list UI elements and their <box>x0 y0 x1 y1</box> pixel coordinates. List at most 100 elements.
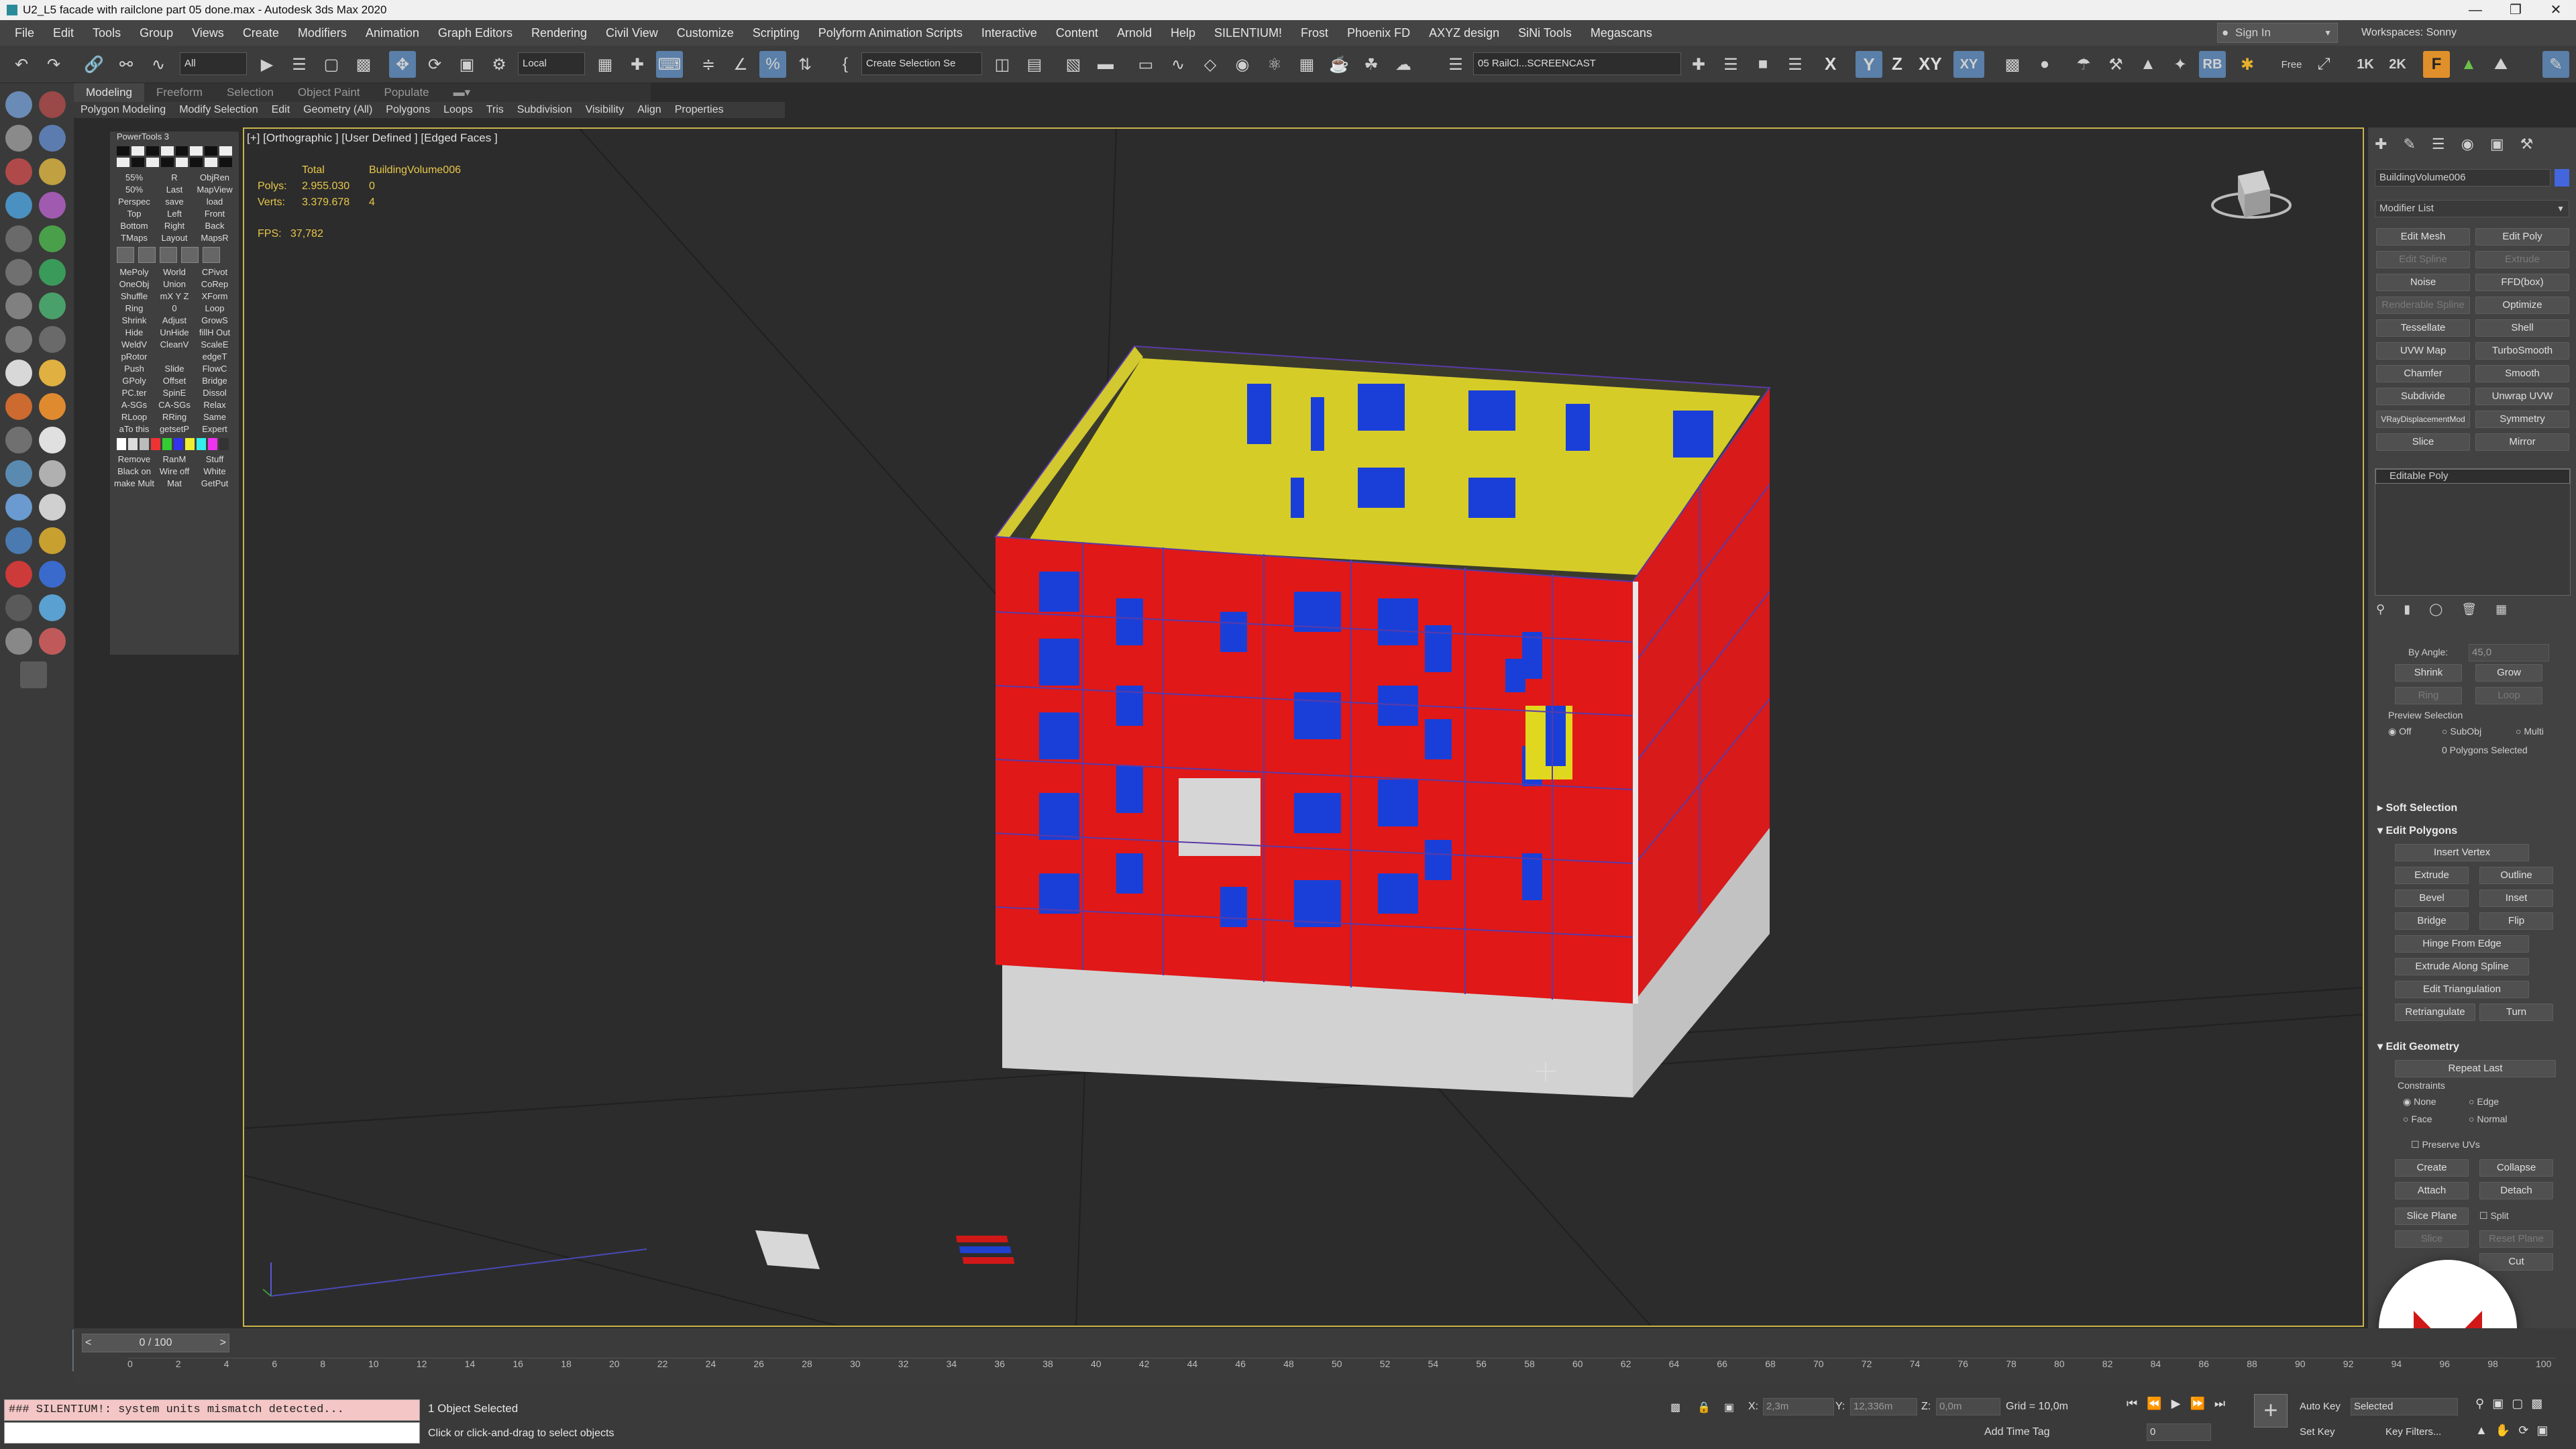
render-cloud-icon[interactable]: ☁ <box>1390 51 1417 78</box>
swatch[interactable] <box>205 158 218 167</box>
menu-graph-editors[interactable]: Graph Editors <box>429 26 522 40</box>
globe-icon[interactable] <box>5 494 32 521</box>
grow-button[interactable]: Grow <box>2475 664 2542 682</box>
modify-tab-icon[interactable]: ✎ <box>2403 136 2415 153</box>
snaps-toggle-icon[interactable]: ≑ <box>695 51 722 78</box>
selection-filter-dropdown[interactable]: All <box>180 52 247 75</box>
extrude-along-spline-button[interactable]: Extrude Along Spline <box>2395 958 2529 975</box>
select-rotate-icon[interactable]: ⟳ <box>421 51 448 78</box>
grass-icon[interactable] <box>39 259 66 286</box>
select-move-icon[interactable]: ✥ <box>389 51 416 78</box>
mod-noise[interactable]: Noise <box>2376 274 2470 291</box>
mod-ffd-box[interactable]: FFD(box) <box>2475 274 2569 291</box>
script-icon[interactable]: ✎ <box>2542 51 2569 78</box>
smoke-icon[interactable] <box>5 427 32 453</box>
x-coordinate-input[interactable]: 2,3m <box>1763 1398 1834 1415</box>
constraint-face-radio[interactable]: ○ Face <box>2403 1114 2432 1124</box>
shape-button[interactable] <box>160 247 177 263</box>
pt-push[interactable]: Push <box>114 364 154 374</box>
layer-dropdown[interactable]: 05 RailCl...SCREENCAST <box>1473 52 1681 75</box>
mod-smooth[interactable]: Smooth <box>2475 365 2569 382</box>
pt-weldv[interactable]: WeldV <box>114 339 154 350</box>
pt-ranm[interactable]: RanM <box>154 454 195 464</box>
zoom-all-icon[interactable]: ▣ <box>2492 1397 2504 1411</box>
ribbon-modify-selection[interactable]: Modify Selection <box>172 104 264 116</box>
maxscript-listener[interactable]: ### SILENTIUM!: system units mismatch de… <box>4 1399 420 1421</box>
small-object[interactable] <box>755 1230 1015 1269</box>
pt-scalee[interactable]: ScaleE <box>195 339 235 350</box>
question-mark-icon[interactable] <box>20 661 47 688</box>
layers-stack-icon[interactable]: ☰ <box>1717 51 1744 78</box>
mod-edit-poly[interactable]: Edit Poly <box>2475 228 2569 246</box>
swatch[interactable] <box>117 438 126 450</box>
tab-freeform[interactable]: Freeform <box>144 86 215 99</box>
pt-flowc[interactable]: FlowC <box>195 364 235 374</box>
pt-save[interactable]: save <box>154 197 195 207</box>
constraint-normal-radio[interactable]: ○ Normal <box>2469 1114 2507 1124</box>
pin-stack-icon[interactable]: ⚲ <box>2376 602 2385 616</box>
swatch[interactable] <box>146 146 159 156</box>
swatch[interactable] <box>175 146 189 156</box>
spacewarp-icon[interactable] <box>39 192 66 219</box>
tool-icon[interactable] <box>5 259 32 286</box>
pt-getput[interactable]: GetPut <box>195 478 235 488</box>
swatch[interactable] <box>131 146 144 156</box>
render-frame-icon[interactable]: ▦ <box>1293 51 1320 78</box>
retriangulate-button[interactable]: Retriangulate <box>2395 1004 2475 1021</box>
ribbon-loops[interactable]: Loops <box>437 104 480 116</box>
pt-mapview[interactable]: MapView <box>195 184 235 195</box>
free-button[interactable]: Free <box>2278 51 2305 78</box>
close-button[interactable]: ✕ <box>2536 0 2576 20</box>
keyboard-shortcut-icon[interactable]: ⌨ <box>656 51 683 78</box>
place-icon[interactable]: ⚙ <box>486 51 513 78</box>
key-selection-dropdown[interactable]: Selected <box>2351 1398 2458 1415</box>
pt-ring[interactable]: Ring <box>114 303 154 313</box>
named-selection-dropdown[interactable]: Create Selection Se <box>861 52 982 75</box>
mod-uvw-map[interactable]: UVW Map <box>2376 342 2470 360</box>
rect-selection-icon[interactable]: ▢ <box>318 51 345 78</box>
sphere-icon[interactable] <box>39 91 66 118</box>
swatch[interactable] <box>128 438 138 450</box>
loop-button[interactable]: Loop <box>2475 687 2542 704</box>
ribbon-edit[interactable]: Edit <box>265 104 297 116</box>
mod-mirror[interactable]: Mirror <box>2475 433 2569 451</box>
set-key-mode-icon[interactable]: + <box>2254 1394 2288 1428</box>
pt-wire-off[interactable]: Wire off <box>154 466 195 476</box>
link-icon[interactable]: 🔗 <box>80 51 107 78</box>
outline-button[interactable]: Outline <box>2479 867 2553 884</box>
object-name-field[interactable]: BuildingVolume006 <box>2375 169 2551 186</box>
show-end-result-icon[interactable]: ▮ <box>2404 602 2410 616</box>
pt-top[interactable]: Top <box>114 209 154 219</box>
modifier-list-dropdown[interactable]: Modifier List ▼ <box>2375 200 2569 217</box>
forest-pack-icon[interactable]: F <box>2423 51 2450 78</box>
remove-modifier-icon[interactable]: 🗑 <box>2461 602 2477 616</box>
preview-off-radio[interactable]: ◉ Off <box>2388 726 2412 737</box>
swatch[interactable] <box>197 438 206 450</box>
mod-symmetry[interactable]: Symmetry <box>2475 411 2569 428</box>
pt-mat[interactable]: Mat <box>154 478 195 488</box>
orbit-icon[interactable]: ⟳ <box>2518 1424 2528 1438</box>
pt-oneobj[interactable]: OneObj <box>114 279 154 289</box>
edit-named-selection-icon[interactable]: { <box>832 51 859 78</box>
pt-mxyz[interactable]: mX Y Z <box>154 291 195 301</box>
swatch[interactable] <box>117 146 129 156</box>
axis-z-button[interactable]: Z <box>1892 54 1902 74</box>
frame-ruler[interactable]: 0 2 4 6 8 10 12 14 16 18 20 22 24 26 28 30 32 34 36 38 40 42 4… <box>127 1358 2556 1381</box>
menu-sini[interactable]: SiNi Tools <box>1509 26 1581 40</box>
swatch[interactable] <box>151 438 160 450</box>
pt-shrink[interactable]: Shrink <box>114 315 154 325</box>
repeat-last-button[interactable]: Repeat Last <box>2395 1060 2556 1077</box>
collapse-button[interactable]: Collapse <box>2479 1159 2553 1177</box>
pt-casgs[interactable]: CA-SGs <box>154 400 195 410</box>
shape-button[interactable] <box>138 247 156 263</box>
create-button[interactable]: Create <box>2395 1159 2469 1177</box>
menu-group[interactable]: Group <box>130 26 182 40</box>
configure-sets-icon[interactable]: ▦ <box>2496 602 2507 616</box>
add-to-layer-icon[interactable]: ■ <box>1750 51 1776 78</box>
swatch[interactable] <box>162 438 172 450</box>
pt-unhide[interactable]: UnHide <box>154 327 195 337</box>
res-2k-button[interactable]: 2K <box>2384 51 2411 78</box>
create-layer-icon[interactable]: ✚ <box>1685 51 1712 78</box>
pt-hide[interactable]: Hide <box>114 327 154 337</box>
pt-pcter[interactable]: PC.ter <box>114 388 154 398</box>
